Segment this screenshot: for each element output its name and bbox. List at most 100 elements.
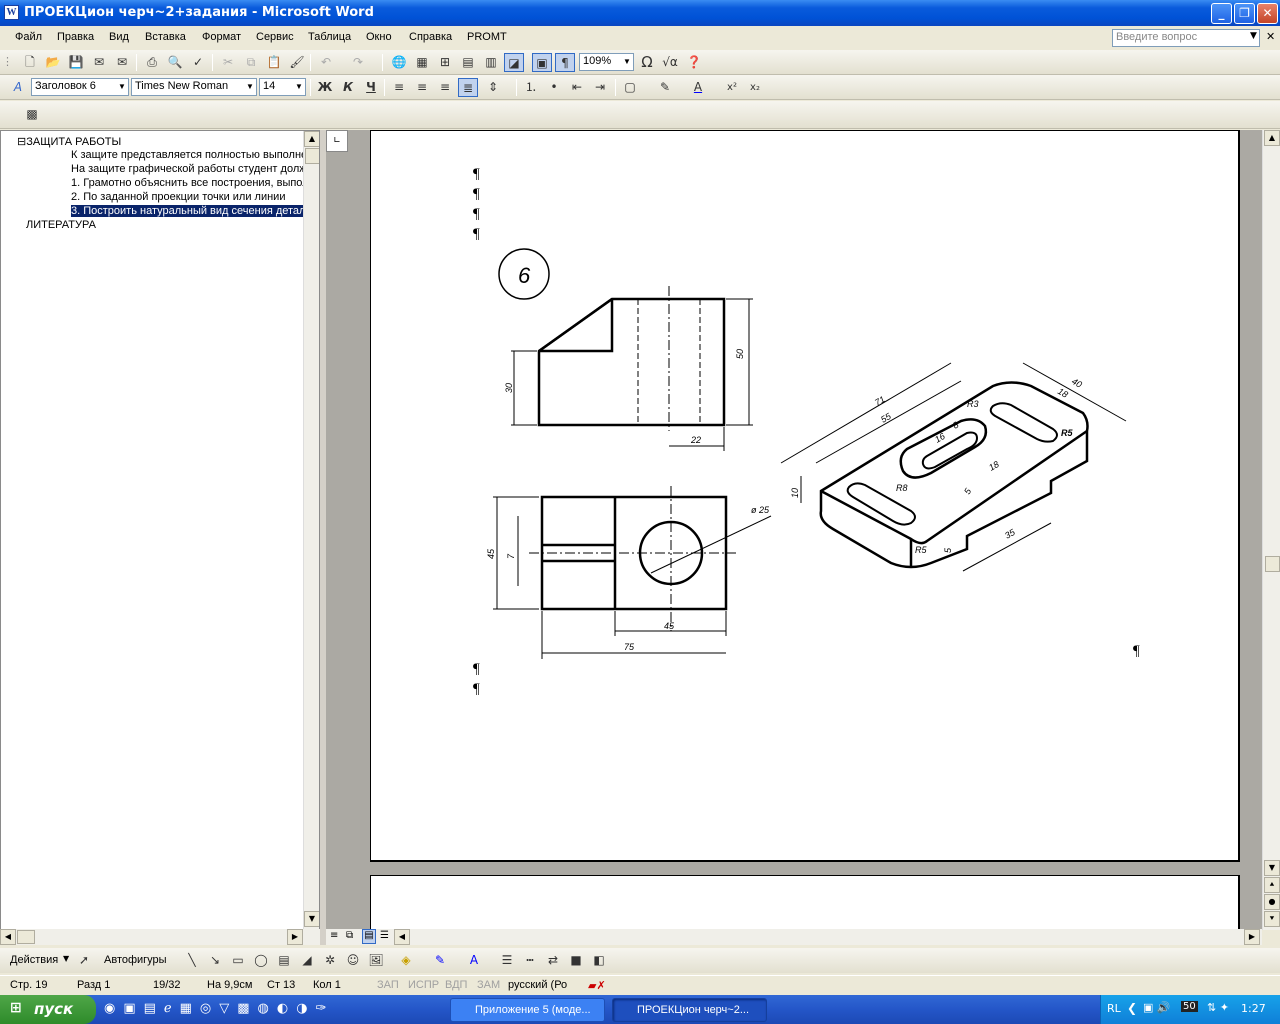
help-icon[interactable]: ❓: [684, 53, 704, 72]
arrow-style-icon[interactable]: ⇄: [543, 951, 563, 970]
menu-format[interactable]: Формат: [202, 31, 241, 43]
next-page-icon[interactable]: ⯆: [1264, 911, 1280, 927]
format-painter-icon[interactable]: 🖌: [287, 53, 307, 72]
cut-icon[interactable]: ✂: [218, 53, 238, 72]
status-rec[interactable]: ЗАП: [377, 979, 399, 991]
superscript-icon[interactable]: x²: [722, 78, 742, 97]
align-left-icon[interactable]: ≡: [389, 78, 409, 97]
scroll-down-icon[interactable]: ▼: [1264, 860, 1280, 876]
scroll-up-icon[interactable]: ▲: [304, 131, 319, 147]
print-preview-icon[interactable]: 🔍: [165, 53, 185, 72]
font-size-select[interactable]: 14 ▼: [259, 78, 306, 96]
rectangle-tool-icon[interactable]: ▭: [228, 951, 248, 970]
restore-button[interactable]: ❐: [1234, 3, 1255, 24]
paste-icon[interactable]: 📋: [264, 53, 284, 72]
underline-icon[interactable]: Ч: [361, 78, 381, 97]
line-style-icon[interactable]: ☰: [497, 951, 517, 970]
font-color-draw-icon[interactable]: A: [464, 951, 484, 970]
italic-icon[interactable]: К: [338, 78, 358, 97]
document-hscroll[interactable]: ≡ ⧉ ▤ ☰ ◀ ▶: [326, 929, 1262, 945]
outline-view-icon[interactable]: ☰: [380, 930, 389, 941]
hscroll-thumb[interactable]: [17, 930, 35, 944]
omega-symbol-icon[interactable]: Ω: [637, 53, 657, 72]
menu-window[interactable]: Окно: [366, 31, 392, 43]
line-tool-icon[interactable]: ╲: [182, 951, 202, 970]
word-app-icon[interactable]: W: [4, 5, 19, 20]
dash-style-icon[interactable]: ┅: [520, 951, 540, 970]
font-select[interactable]: Times New Roman ▼: [131, 78, 257, 96]
document-vscroll[interactable]: ▲ ▼ ⯅ ● ⯆: [1262, 130, 1280, 930]
tray-expand-icon[interactable]: ❮: [1127, 1001, 1137, 1015]
menu-help[interactable]: Справка: [409, 31, 452, 43]
clipart-icon[interactable]: ☺: [343, 951, 363, 970]
tray-network-icon[interactable]: ⇅ ✦: [1207, 1001, 1229, 1014]
new-icon[interactable]: 🗋: [20, 53, 40, 72]
line-color-icon[interactable]: ✎: [430, 951, 450, 970]
open-icon[interactable]: 📂: [43, 53, 63, 72]
docmap-vscroll[interactable]: ▲ ▼: [303, 131, 319, 929]
document-map-icon[interactable]: ▣: [532, 53, 552, 72]
bullets-icon[interactable]: •: [544, 78, 564, 97]
taskbar-item-active[interactable]: ПРОЕКЦион черч~2...: [612, 998, 767, 1022]
taskbar-item[interactable]: Приложение 5 (моде...: [450, 998, 605, 1022]
print-icon[interactable]: ⎙: [142, 53, 162, 72]
style-select[interactable]: Заголовок 6 ▼: [31, 78, 129, 96]
menu-promt[interactable]: PROMT: [467, 31, 507, 43]
show-hide-icon[interactable]: ¶: [555, 53, 575, 72]
tray-counter[interactable]: 50: [1181, 1001, 1198, 1012]
actions-dropdown-icon[interactable]: ▼: [63, 954, 69, 963]
scroll-left-icon[interactable]: ◀: [0, 929, 16, 945]
menu-table[interactable]: Таблица: [308, 31, 351, 43]
print-view-icon[interactable]: ▤: [362, 929, 376, 944]
menu-view[interactable]: Вид: [109, 31, 129, 43]
email-icon[interactable]: ✉: [112, 53, 132, 72]
copy-icon[interactable]: ⧉: [241, 53, 261, 72]
spelling-status-icon[interactable]: ▰✗: [588, 979, 606, 992]
actions-menu[interactable]: Действия: [10, 954, 58, 966]
arrow-tool-icon[interactable]: ↘: [205, 951, 225, 970]
scroll-down-icon[interactable]: ▼: [304, 911, 319, 927]
scroll-right-icon[interactable]: ▶: [287, 929, 303, 945]
wordart-icon[interactable]: ◢: [297, 951, 317, 970]
quick-launch-icons[interactable]: ◉▣▤ℯ▦◎▽▩◍◐◑✑: [104, 1001, 334, 1016]
status-ovr[interactable]: ЗАМ: [477, 979, 500, 991]
menu-insert[interactable]: Вставка: [145, 31, 186, 43]
scroll-left-icon[interactable]: ◀: [394, 929, 410, 945]
font-color-icon[interactable]: A: [688, 78, 708, 97]
ask-dropdown-icon[interactable]: ▼: [1250, 31, 1257, 41]
insert-table-icon[interactable]: ⊞: [435, 53, 455, 72]
tables-borders-icon[interactable]: ▦: [412, 53, 432, 72]
spelling-icon[interactable]: ✓: [188, 53, 208, 72]
zoom-select[interactable]: 109% ▼: [579, 53, 634, 71]
picture-icon[interactable]: 🖼: [366, 951, 386, 970]
columns-icon[interactable]: ▥: [481, 53, 501, 72]
status-trk[interactable]: ИСПР: [408, 979, 439, 991]
subscript-icon[interactable]: x₂: [745, 78, 765, 97]
shadow-icon[interactable]: ■: [566, 951, 586, 970]
tab-selector-icon[interactable]: ∟: [326, 130, 348, 152]
clock[interactable]: 1:27: [1241, 1002, 1266, 1015]
scroll-right-icon[interactable]: ▶: [1244, 929, 1260, 945]
align-right-icon[interactable]: ≡: [435, 78, 455, 97]
align-center-icon[interactable]: ≡: [412, 78, 432, 97]
fill-color-icon[interactable]: ◈: [396, 951, 416, 970]
insert-excel-icon[interactable]: ▤: [458, 53, 478, 72]
close-doc-icon[interactable]: ✕: [1266, 30, 1275, 43]
docmap-hscroll[interactable]: ◀ ▶: [0, 929, 320, 945]
line-spacing-icon[interactable]: ⇕: [483, 78, 503, 97]
undo-icon[interactable]: ↶: [316, 53, 336, 72]
docmap-item[interactable]: ⊟ЗАЩИТА РАБОТЫ: [17, 135, 121, 148]
permission-icon[interactable]: ✉: [89, 53, 109, 72]
hyperlink-icon[interactable]: 🌐: [389, 53, 409, 72]
increase-indent-icon[interactable]: ⇥: [590, 78, 610, 97]
decrease-indent-icon[interactable]: ⇤: [567, 78, 587, 97]
styles-icon[interactable]: A: [8, 78, 28, 97]
chart-icon[interactable]: ▩: [22, 105, 42, 124]
diagram-icon[interactable]: ✲: [320, 951, 340, 970]
scroll-thumb[interactable]: [1265, 556, 1280, 572]
drawing-icon[interactable]: ◪: [504, 53, 524, 72]
ask-question-input[interactable]: Введите вопрос: [1112, 29, 1260, 47]
web-view-icon[interactable]: ⧉: [346, 930, 353, 941]
normal-view-icon[interactable]: ≡: [330, 930, 338, 941]
menu-tools[interactable]: Сервис: [256, 31, 294, 43]
